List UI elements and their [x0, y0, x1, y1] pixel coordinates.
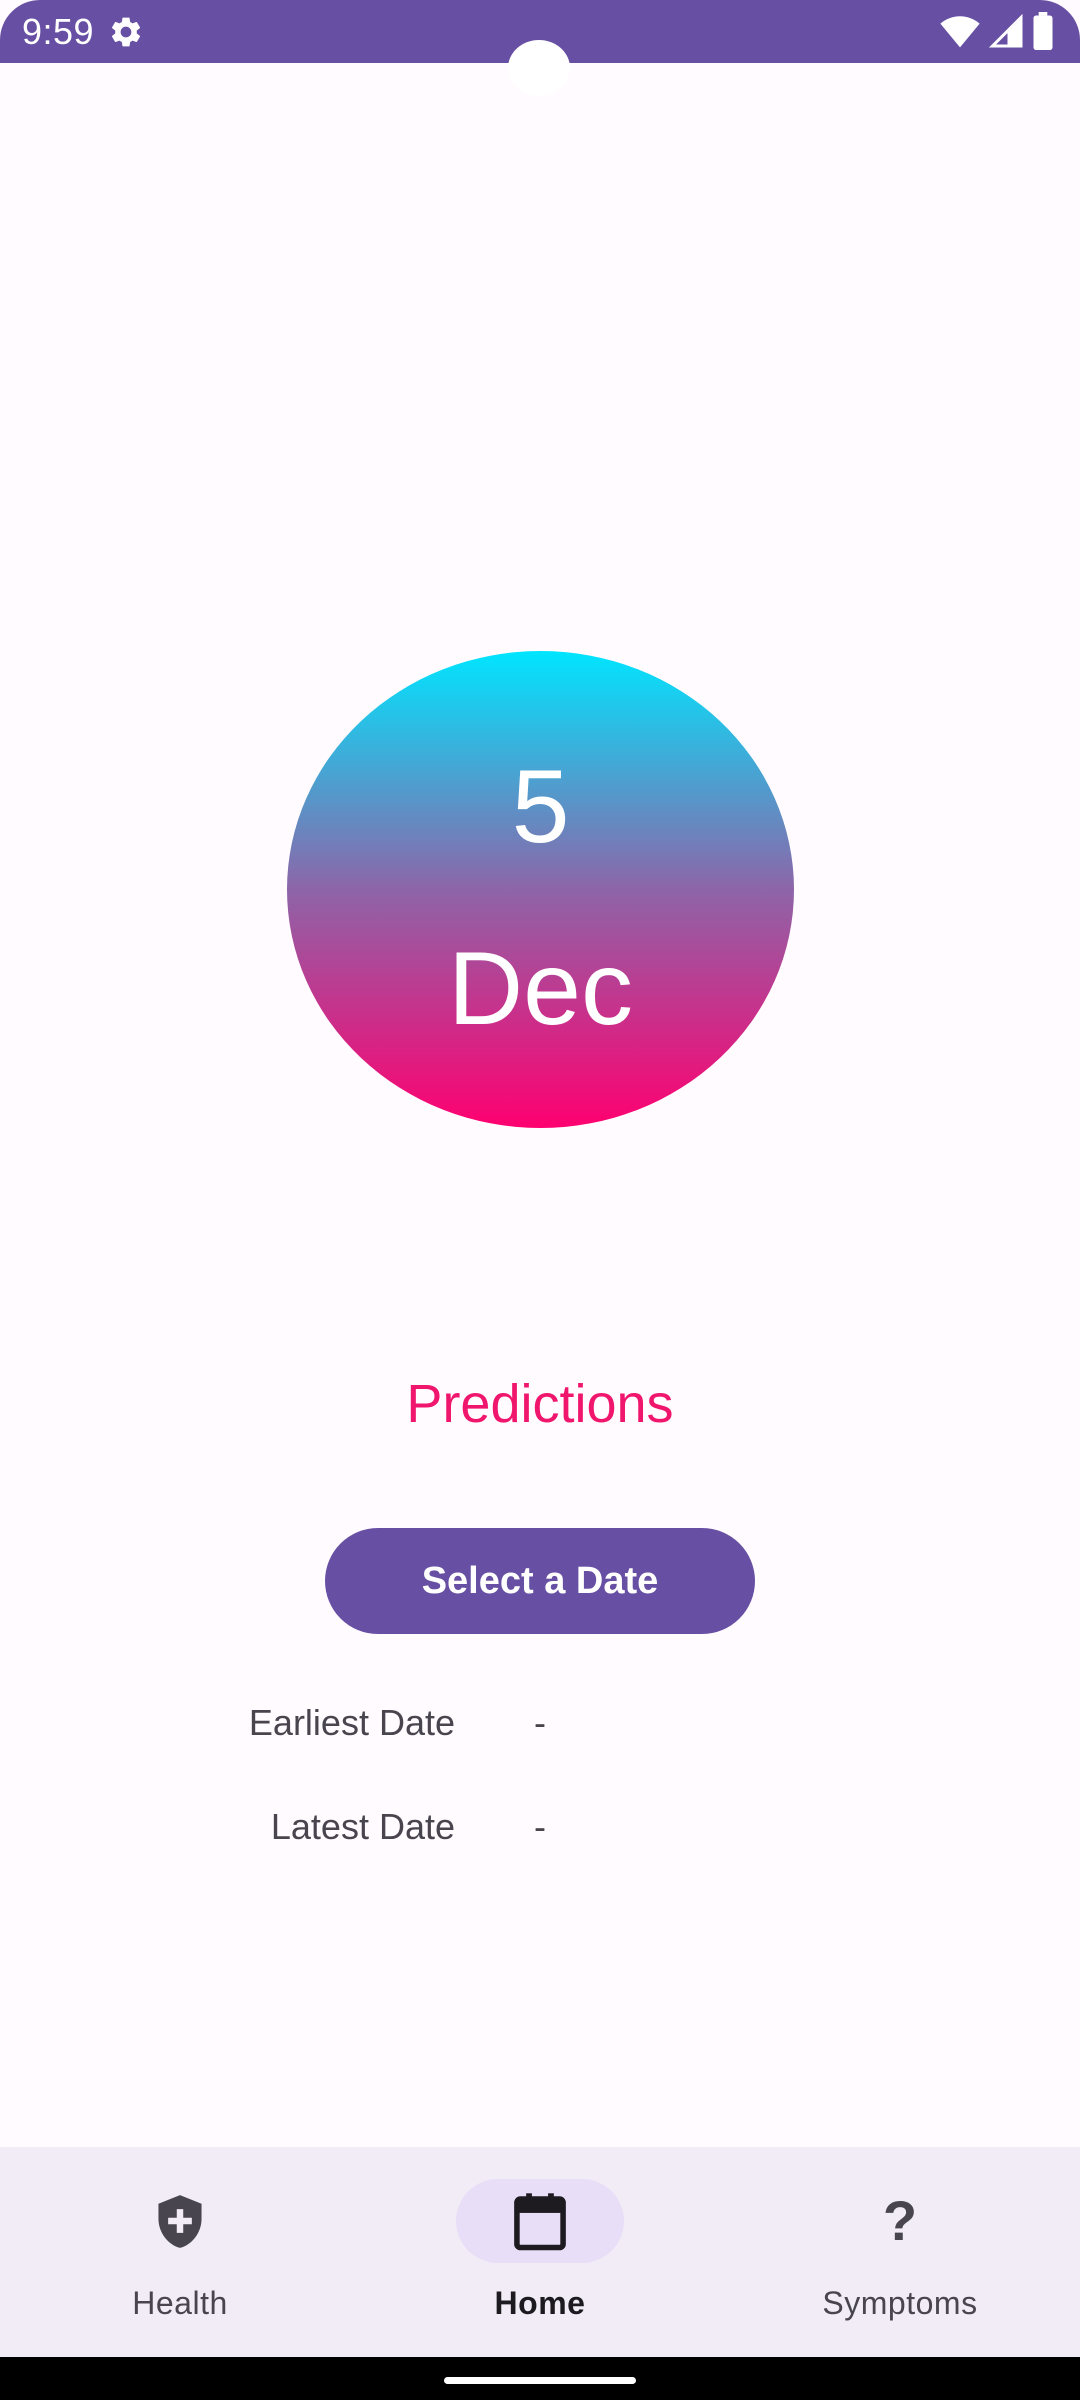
calendar-icon — [514, 2193, 566, 2251]
cellular-icon — [988, 13, 1023, 48]
earliest-date-value: - — [534, 1702, 546, 1743]
nav-icon-container: ? — [816, 2179, 984, 2263]
nav-label-home: Home — [494, 2285, 586, 2321]
nav-item-health[interactable]: Health — [0, 2147, 360, 2357]
date-day: 5 — [511, 749, 570, 865]
gear-icon — [111, 17, 141, 47]
battery-icon — [1033, 12, 1053, 50]
date-month: Dec — [448, 931, 633, 1047]
camera-cutout — [508, 40, 570, 96]
nav-icon-container — [96, 2179, 264, 2263]
latest-date-value: - — [534, 1806, 546, 1847]
nav-active-indicator — [456, 2179, 624, 2263]
status-time: 9:59 — [22, 11, 95, 52]
latest-date-label: Latest Date — [270, 1806, 455, 1847]
wifi-icon — [940, 16, 980, 48]
home-gesture-handle[interactable] — [444, 2377, 636, 2384]
select-date-button[interactable]: Select a Date — [325, 1528, 755, 1634]
question-mark-icon: ? — [882, 2189, 918, 2252]
nav-label-health: Health — [132, 2285, 228, 2321]
earliest-date-label: Earliest Date — [248, 1702, 455, 1743]
predictions-title: Predictions — [406, 1374, 674, 1434]
shield-plus-icon — [158, 2195, 202, 2248]
nav-label-symptoms: Symptoms — [822, 2285, 978, 2321]
nav-item-home[interactable]: Home — [360, 2147, 720, 2357]
bottom-navigation: Health Home ? Symptoms — [0, 2147, 1080, 2357]
cycle-date-circle: 5 Dec — [287, 651, 794, 1128]
nav-item-symptoms[interactable]: ? Symptoms — [720, 2147, 1080, 2357]
gesture-navigation-bar — [0, 2357, 1080, 2400]
status-icons — [940, 12, 1054, 50]
